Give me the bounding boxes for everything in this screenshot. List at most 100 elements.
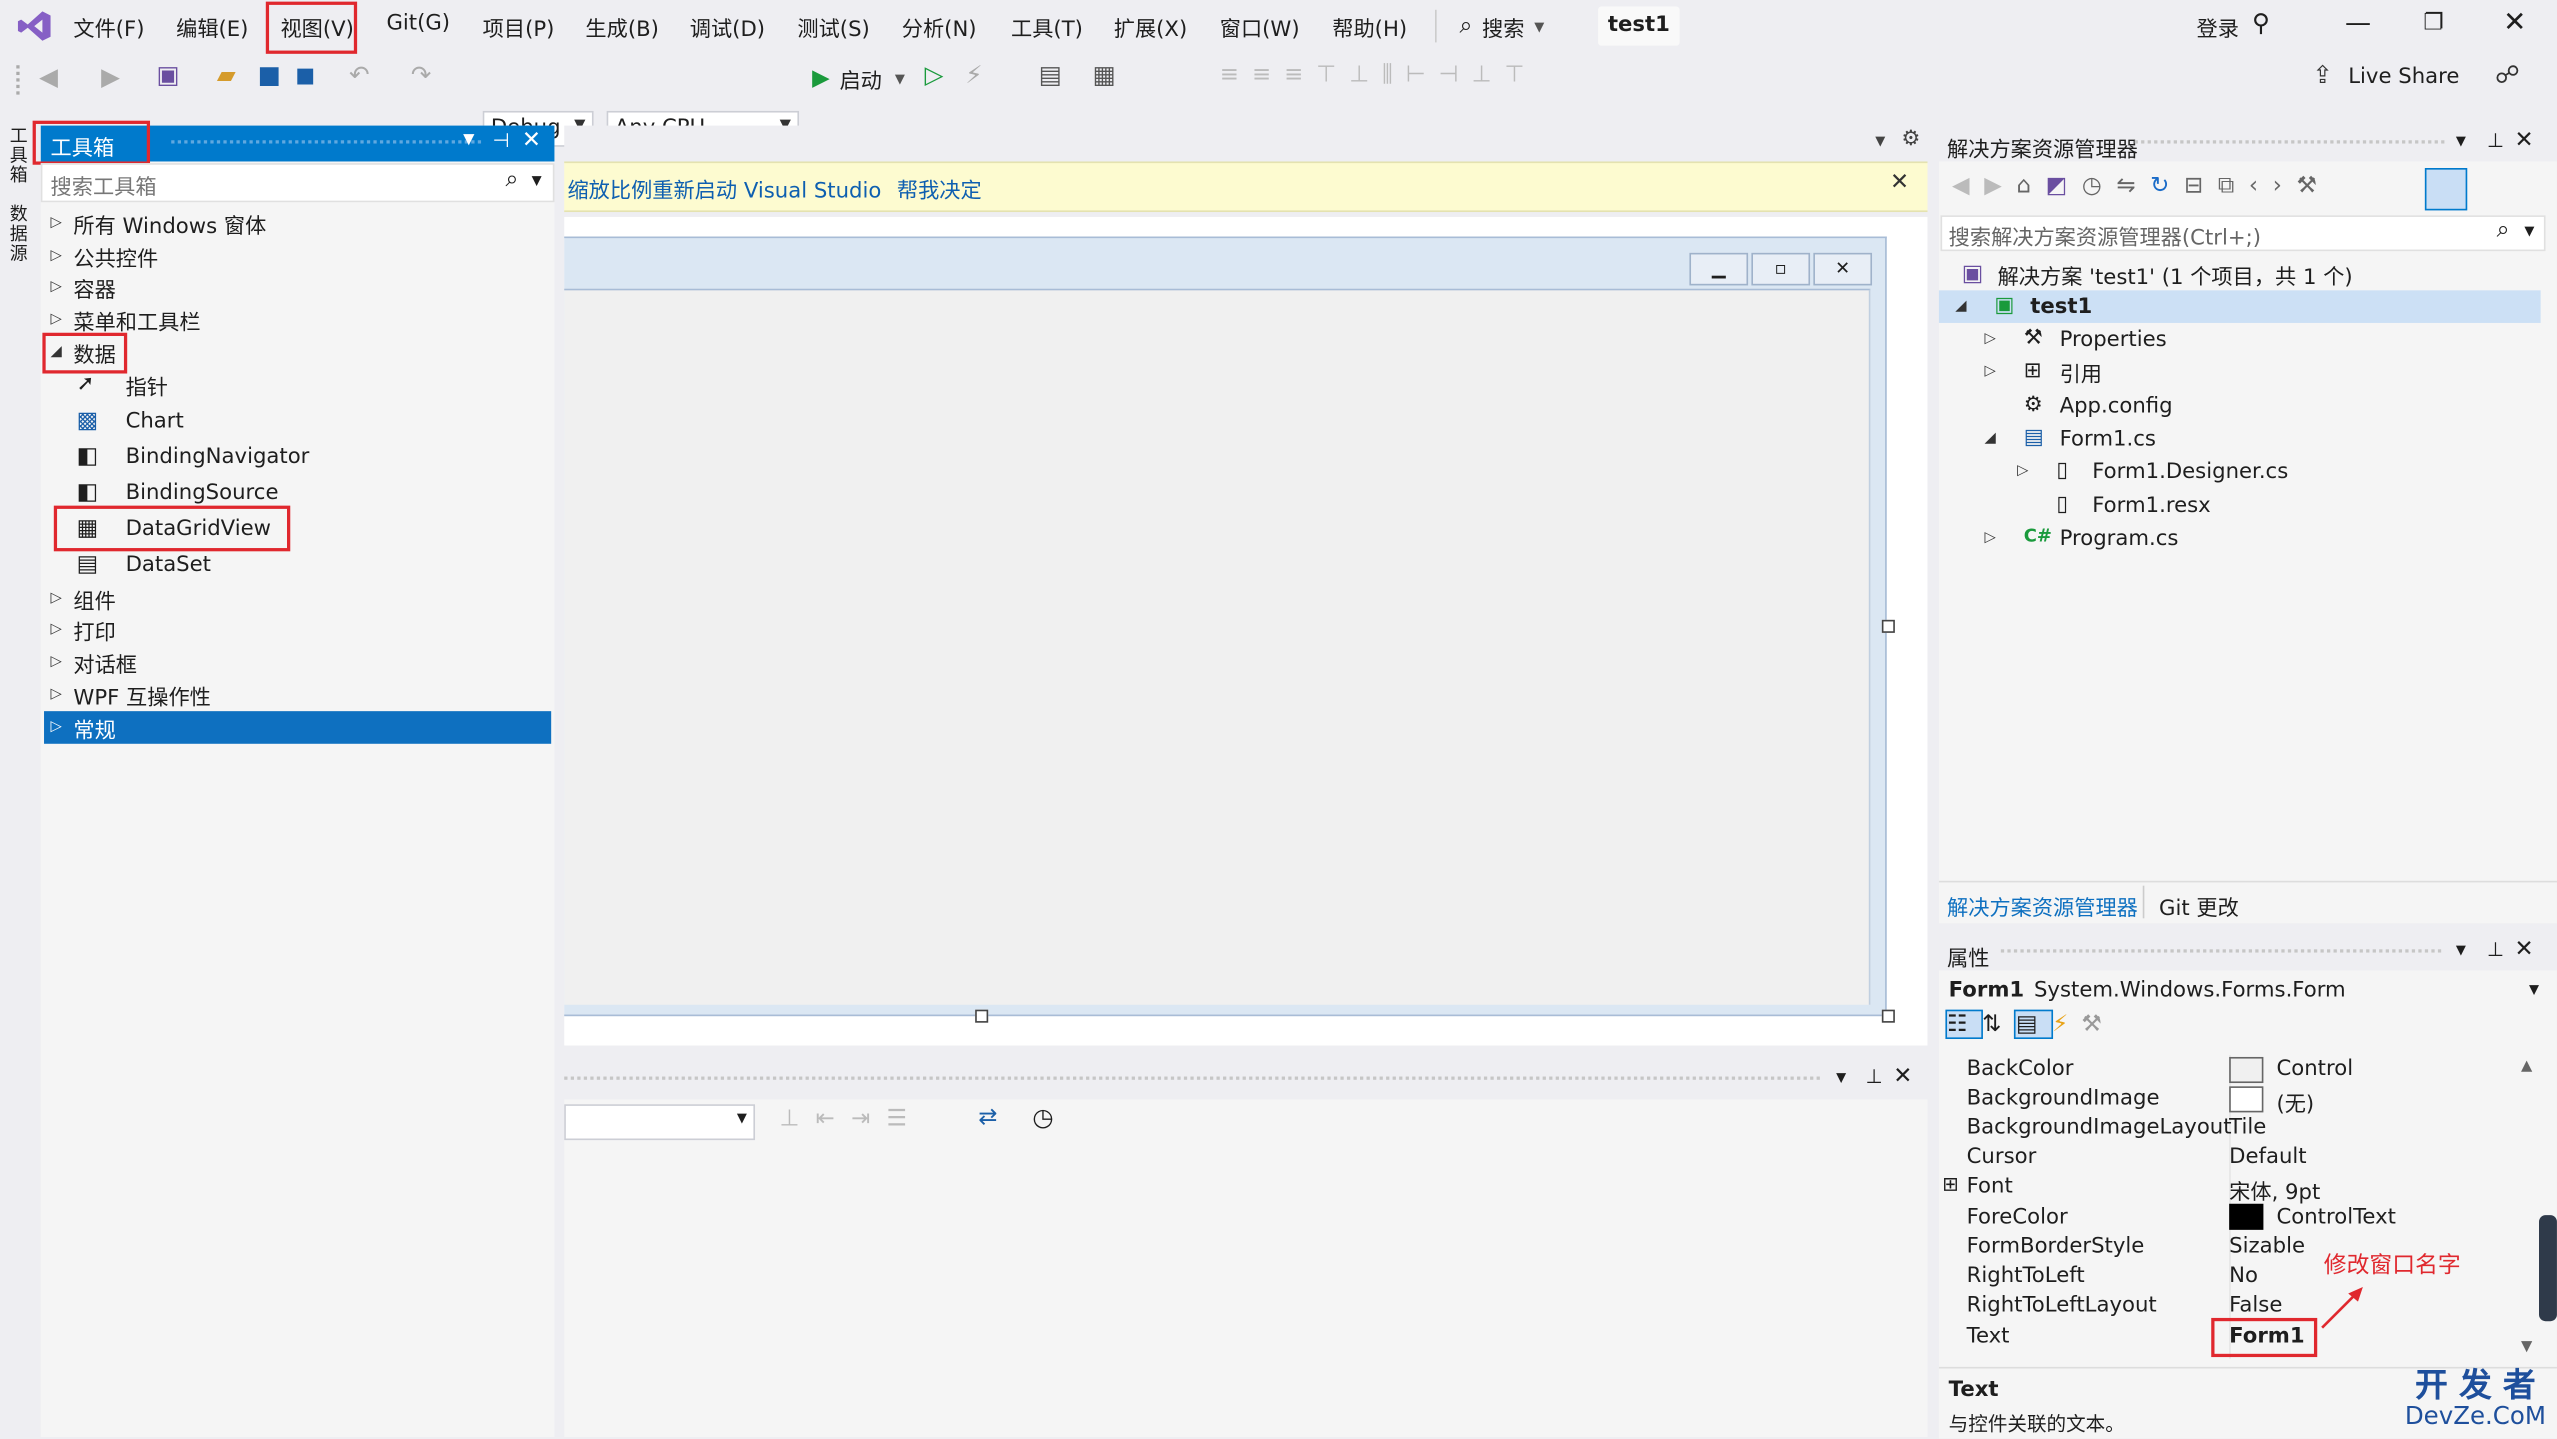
feedback-icon[interactable]: ☍ (2495, 60, 2520, 89)
code-icon[interactable]: ‹› (2249, 173, 2297, 199)
property-row-forecolor[interactable]: ForeColor ControlText (1941, 1203, 2528, 1233)
tab-solution-explorer[interactable]: 解决方案资源管理器 (1947, 891, 2138, 921)
property-value[interactable]: No (2229, 1264, 2258, 1288)
toolbox-group[interactable]: ▷ 所有 Windows 窗体 (51, 207, 267, 240)
toolbox-search[interactable]: 搜索工具箱 ⌕ ▼ (40, 163, 555, 203)
bottom-panel-dropdown[interactable]: ▼ (564, 1104, 756, 1141)
toolbox-group[interactable]: ▷ 公共控件 (51, 240, 159, 273)
project-node-test1[interactable]: ◢ ▣ test1 (1938, 290, 2541, 323)
chevron-down-icon[interactable]: ▼ (532, 173, 542, 188)
undo-icon[interactable]: ↶ (349, 60, 370, 89)
tree-node-references[interactable]: ▷ ⊞ 引用 (1985, 356, 2102, 389)
resize-handle-right[interactable] (1881, 619, 1895, 633)
property-value[interactable]: (无) (2276, 1086, 2314, 1117)
show-all-files-icon[interactable]: ⧉ (2218, 173, 2249, 199)
collapse-all-icon[interactable]: ⊟ (2184, 173, 2218, 199)
chevron-down-icon[interactable]: ▼ (2456, 134, 2466, 149)
toolbox-group[interactable]: ▷ 菜单和工具栏 (51, 303, 201, 336)
property-value[interactable]: Tile (2229, 1116, 2266, 1140)
restore-icon[interactable]: ❐ (2423, 10, 2443, 36)
layout-icon[interactable]: ▦ (1093, 60, 1116, 89)
pin-icon[interactable]: ⊥ (1866, 1065, 1883, 1088)
chevron-down-icon[interactable]: ▼ (463, 132, 474, 148)
account-icon[interactable]: ⚲ (2252, 8, 2270, 37)
live-share-icon[interactable]: ⇪ (2312, 60, 2333, 89)
gear-icon[interactable]: ⚙ (1901, 127, 1920, 151)
menu-test[interactable]: 测试(S) (797, 11, 869, 42)
search-button[interactable]: ⌕ 搜索 ▼ (1459, 10, 1544, 43)
history-icon[interactable]: ◷ (2082, 173, 2117, 199)
alphabetical-icon[interactable]: ⇅ (1982, 1011, 2014, 1037)
menu-window[interactable]: 窗口(W) (1220, 11, 1300, 42)
search-icon[interactable]: ⌕ (506, 166, 519, 192)
tree-node-properties[interactable]: ▷ ⚒ Properties (1985, 323, 2167, 356)
tree-node-program[interactable]: ▷ C# Program.cs (1985, 522, 2179, 555)
menu-project[interactable]: 项目(P) (483, 11, 555, 42)
toolbox-item-bindingnavigator[interactable]: ◧ BindingNavigator (77, 440, 310, 473)
close-icon[interactable]: ✕ (1890, 170, 1909, 196)
property-pages-icon[interactable]: ⚒ (2081, 1011, 2115, 1037)
pin-icon[interactable]: ⊣ (492, 129, 509, 152)
property-value[interactable]: Control (2276, 1057, 2353, 1081)
property-row-backcolor[interactable]: BackColor Control (1941, 1055, 2528, 1084)
redo-icon[interactable]: ↷ (411, 60, 432, 89)
menu-tools[interactable]: 工具(T) (1011, 11, 1083, 42)
property-row-font[interactable]: ⊞ Font 宋体, 9pt (1941, 1173, 2528, 1206)
chevron-down-icon[interactable]: ▼ (2524, 223, 2534, 238)
solution-search[interactable]: 搜索解决方案资源管理器(Ctrl+;) ⌕ ▼ (1940, 215, 2546, 252)
pin-icon[interactable]: ⊥ (2487, 938, 2504, 961)
home-icon[interactable]: ⌂ (2016, 173, 2045, 199)
side-tab-data-sources[interactable]: 数据源 (10, 205, 33, 265)
menu-help[interactable]: 帮助(H) (1332, 11, 1407, 42)
hot-reload-icon[interactable]: ⚡ (965, 60, 982, 89)
menu-git[interactable]: Git(G) (386, 11, 450, 35)
help-me-decide-link[interactable]: 帮我决定 (897, 173, 982, 203)
open-folder-icon[interactable]: ▰ (217, 60, 236, 89)
toolbox-item-bindingsource[interactable]: ◧ BindingSource (77, 476, 279, 509)
save-icon[interactable]: ■ (258, 60, 281, 89)
login-link[interactable]: 登录 (2197, 11, 2239, 42)
switch-view-icon[interactable]: ◩ (2046, 173, 2082, 199)
toolbox-item-chart[interactable]: ▩ Chart (77, 405, 184, 438)
properties-icon[interactable]: ▤ (2014, 1009, 2053, 1040)
tab-git-changes[interactable]: Git 更改 (2159, 891, 2239, 921)
pin-icon[interactable]: ⊥ (2487, 129, 2504, 152)
clock-icon[interactable]: ◷ (1032, 1103, 1053, 1132)
menu-edit[interactable]: 编辑(E) (176, 11, 248, 42)
close-icon[interactable]: ✕ (2515, 936, 2534, 962)
menu-build[interactable]: 生成(B) (585, 11, 658, 42)
properties-wrench-icon[interactable]: ⚒ (2297, 173, 2332, 199)
chevron-down-icon[interactable]: ▼ (1836, 1070, 1846, 1085)
events-icon[interactable]: ⚡ (2052, 1011, 2081, 1037)
tree-node-form1-resx[interactable]: ▯ Form1.resx (2017, 489, 2210, 522)
resize-handle-bottom[interactable] (975, 1009, 989, 1023)
toolbox-group[interactable]: ▷ 打印 (51, 613, 116, 646)
toolbox-item-pointer[interactable]: ➚ 指针 (77, 369, 168, 402)
toolbox-group[interactable]: ▷ 组件 (51, 582, 116, 615)
expand-plus-icon[interactable]: ⊞ (1942, 1173, 1958, 1196)
close-icon[interactable]: ✕ (2515, 127, 2534, 153)
property-value[interactable]: Sizable (2229, 1235, 2305, 1259)
save-all-icon[interactable]: ◼ (295, 60, 315, 89)
live-share-button[interactable]: Live Share (2348, 65, 2459, 89)
tree-node-form1-designer[interactable]: ▷ ▯ Form1.Designer.cs (2017, 455, 2288, 488)
form1-client-area[interactable] (564, 288, 1871, 1005)
tree-node-form1[interactable]: ◢ ▤ Form1.cs (1985, 422, 2156, 455)
chevron-down-icon[interactable]: ▼ (2456, 943, 2466, 958)
close-window-icon[interactable]: ✕ (2503, 7, 2526, 40)
toolbox-group[interactable]: ▷ 容器 (51, 271, 116, 304)
menu-debug[interactable]: 调试(D) (690, 11, 765, 42)
new-project-icon[interactable]: ▣ (157, 60, 180, 89)
menu-analyze[interactable]: 分析(N) (902, 11, 977, 42)
solution-node[interactable]: ▣ 解决方案 'test1' (1 个项目，共 1 个) (1962, 258, 2353, 291)
side-tab-toolbox[interactable]: 工具箱 (10, 126, 33, 186)
toolbox-toggle-icon[interactable]: ▤ (1039, 60, 1062, 89)
close-icon[interactable]: ✕ (522, 127, 541, 153)
toolbox-group[interactable]: ▷ WPF 互操作性 (51, 679, 211, 712)
property-value[interactable]: Default (2229, 1145, 2306, 1169)
property-row-righttoleftlayout[interactable]: RightToLeftLayout False (1941, 1292, 2528, 1321)
categorized-icon[interactable]: ☷ (1945, 1009, 1983, 1040)
back-icon[interactable]: ◀ (39, 62, 58, 91)
start-without-debug-icon[interactable]: ▷ (925, 60, 944, 89)
property-row-backgroundimagelayout[interactable]: BackgroundImageLayout Tile (1941, 1114, 2528, 1143)
